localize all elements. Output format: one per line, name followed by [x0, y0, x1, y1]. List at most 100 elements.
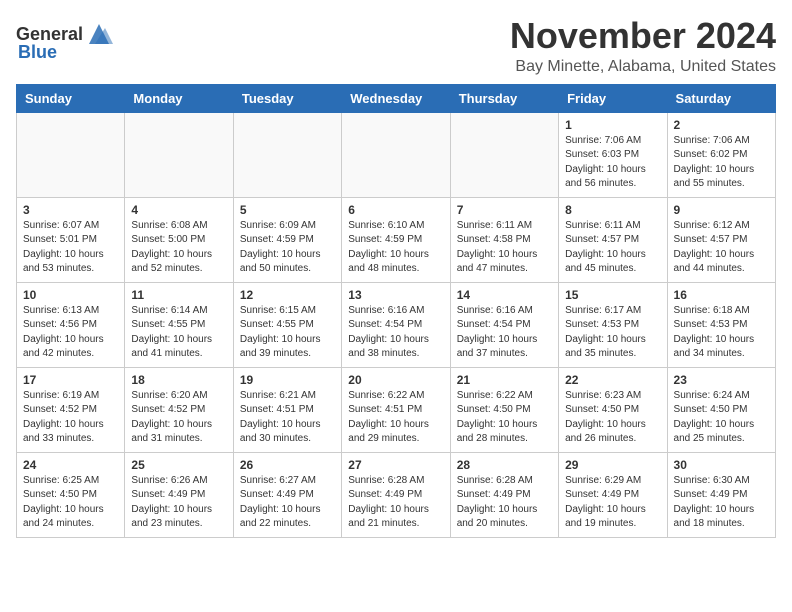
calendar-cell: 16 Sunrise: 6:18 AM Sunset: 4:53 PM Dayli… [667, 282, 775, 367]
day-info: Sunrise: 6:18 AM Sunset: 4:53 PM Dayligh… [674, 304, 769, 362]
day-number: 23 [674, 373, 769, 387]
calendar-cell [450, 112, 558, 197]
weekday-header-friday: Friday [559, 84, 667, 112]
day-number: 29 [565, 458, 660, 472]
weekday-header-saturday: Saturday [667, 84, 775, 112]
calendar-cell: 28 Sunrise: 6:28 AM Sunset: 4:49 PM Dayli… [450, 452, 558, 537]
day-number: 4 [131, 203, 226, 217]
calendar-cell: 1Sunrise: 7:06 AM Sunset: 6:03 PM Daylig… [559, 112, 667, 197]
header: General Blue November 2024 Bay Minette, … [16, 16, 776, 76]
day-number: 8 [565, 203, 660, 217]
weekday-header-monday: Monday [125, 84, 233, 112]
day-number: 13 [348, 288, 443, 302]
day-number: 22 [565, 373, 660, 387]
day-info: Sunrise: 6:08 AM Sunset: 5:00 PM Dayligh… [131, 219, 226, 277]
weekday-header-sunday: Sunday [17, 84, 125, 112]
week-row-2: 3 Sunrise: 6:07 AM Sunset: 5:01 PM Daylig… [17, 197, 776, 282]
day-info: Sunrise: 6:12 AM Sunset: 4:57 PM Dayligh… [674, 219, 769, 277]
week-row-4: 17Sunrise: 6:19 AM Sunset: 4:52 PM Dayli… [17, 367, 776, 452]
day-info: Sunrise: 6:07 AM Sunset: 5:01 PM Dayligh… [23, 219, 118, 277]
calendar-cell: 20 Sunrise: 6:22 AM Sunset: 4:51 PM Dayli… [342, 367, 450, 452]
calendar-cell: 25 Sunrise: 6:26 AM Sunset: 4:49 PM Dayli… [125, 452, 233, 537]
day-info: Sunrise: 6:14 AM Sunset: 4:55 PM Dayligh… [131, 304, 226, 362]
calendar-table: SundayMondayTuesdayWednesdayThursdayFrid… [16, 84, 776, 538]
calendar-cell [342, 112, 450, 197]
day-number: 21 [457, 373, 552, 387]
calendar-cell: 9 Sunrise: 6:12 AM Sunset: 4:57 PM Daylig… [667, 197, 775, 282]
calendar-cell [17, 112, 125, 197]
calendar-cell: 15Sunrise: 6:17 AM Sunset: 4:53 PM Dayli… [559, 282, 667, 367]
calendar-cell: 12Sunrise: 6:15 AM Sunset: 4:55 PM Dayli… [233, 282, 341, 367]
month-title: November 2024 [510, 16, 776, 56]
day-number: 5 [240, 203, 335, 217]
week-row-1: 1Sunrise: 7:06 AM Sunset: 6:03 PM Daylig… [17, 112, 776, 197]
day-info: Sunrise: 6:28 AM Sunset: 4:49 PM Dayligh… [457, 474, 552, 532]
day-number: 30 [674, 458, 769, 472]
location-title: Bay Minette, Alabama, United States [510, 58, 776, 76]
day-info: Sunrise: 6:10 AM Sunset: 4:59 PM Dayligh… [348, 219, 443, 277]
day-info: Sunrise: 6:24 AM Sunset: 4:50 PM Dayligh… [674, 389, 769, 447]
day-number: 9 [674, 203, 769, 217]
day-info: Sunrise: 6:22 AM Sunset: 4:50 PM Dayligh… [457, 389, 552, 447]
weekday-header-row: SundayMondayTuesdayWednesdayThursdayFrid… [17, 84, 776, 112]
day-info: Sunrise: 6:11 AM Sunset: 4:57 PM Dayligh… [565, 219, 660, 277]
day-info: Sunrise: 6:21 AM Sunset: 4:51 PM Dayligh… [240, 389, 335, 447]
calendar-cell: 11 Sunrise: 6:14 AM Sunset: 4:55 PM Dayli… [125, 282, 233, 367]
calendar-cell: 4 Sunrise: 6:08 AM Sunset: 5:00 PM Daylig… [125, 197, 233, 282]
day-info: Sunrise: 6:22 AM Sunset: 4:51 PM Dayligh… [348, 389, 443, 447]
day-info: Sunrise: 6:23 AM Sunset: 4:50 PM Dayligh… [565, 389, 660, 447]
day-number: 1 [565, 118, 660, 132]
day-info: Sunrise: 6:26 AM Sunset: 4:49 PM Dayligh… [131, 474, 226, 532]
day-info: Sunrise: 6:30 AM Sunset: 4:49 PM Dayligh… [674, 474, 769, 532]
weekday-header-wednesday: Wednesday [342, 84, 450, 112]
day-number: 28 [457, 458, 552, 472]
day-number: 19 [240, 373, 335, 387]
day-info: Sunrise: 6:20 AM Sunset: 4:52 PM Dayligh… [131, 389, 226, 447]
day-info: Sunrise: 6:25 AM Sunset: 4:50 PM Dayligh… [23, 474, 118, 532]
day-info: Sunrise: 6:11 AM Sunset: 4:58 PM Dayligh… [457, 219, 552, 277]
day-number: 12 [240, 288, 335, 302]
day-number: 6 [348, 203, 443, 217]
calendar-cell: 22 Sunrise: 6:23 AM Sunset: 4:50 PM Dayli… [559, 367, 667, 452]
day-info: Sunrise: 6:09 AM Sunset: 4:59 PM Dayligh… [240, 219, 335, 277]
calendar-cell [233, 112, 341, 197]
day-number: 7 [457, 203, 552, 217]
calendar-cell: 8 Sunrise: 6:11 AM Sunset: 4:57 PM Daylig… [559, 197, 667, 282]
calendar-cell: 17Sunrise: 6:19 AM Sunset: 4:52 PM Dayli… [17, 367, 125, 452]
day-number: 27 [348, 458, 443, 472]
calendar-cell: 18 Sunrise: 6:20 AM Sunset: 4:52 PM Dayli… [125, 367, 233, 452]
day-number: 2 [674, 118, 769, 132]
title-area: November 2024 Bay Minette, Alabama, Unit… [510, 16, 776, 76]
calendar-cell: 5 Sunrise: 6:09 AM Sunset: 4:59 PM Daylig… [233, 197, 341, 282]
day-number: 25 [131, 458, 226, 472]
day-number: 20 [348, 373, 443, 387]
day-number: 10 [23, 288, 118, 302]
day-number: 24 [23, 458, 118, 472]
day-number: 26 [240, 458, 335, 472]
day-info: Sunrise: 6:16 AM Sunset: 4:54 PM Dayligh… [348, 304, 443, 362]
calendar-cell: 10 Sunrise: 6:13 AM Sunset: 4:56 PM Dayli… [17, 282, 125, 367]
calendar-cell: 23 Sunrise: 6:24 AM Sunset: 4:50 PM Dayli… [667, 367, 775, 452]
day-info: Sunrise: 6:27 AM Sunset: 4:49 PM Dayligh… [240, 474, 335, 532]
calendar-cell: 24 Sunrise: 6:25 AM Sunset: 4:50 PM Dayli… [17, 452, 125, 537]
day-number: 15 [565, 288, 660, 302]
logo-icon [85, 20, 113, 48]
day-number: 11 [131, 288, 226, 302]
calendar-cell: 30 Sunrise: 6:30 AM Sunset: 4:49 PM Dayli… [667, 452, 775, 537]
day-info: Sunrise: 6:13 AM Sunset: 4:56 PM Dayligh… [23, 304, 118, 362]
day-number: 18 [131, 373, 226, 387]
day-number: 3 [23, 203, 118, 217]
day-info: Sunrise: 7:06 AM Sunset: 6:02 PM Dayligh… [674, 134, 769, 192]
calendar-cell [125, 112, 233, 197]
calendar-cell: 3 Sunrise: 6:07 AM Sunset: 5:01 PM Daylig… [17, 197, 125, 282]
day-info: Sunrise: 6:19 AM Sunset: 4:52 PM Dayligh… [23, 389, 118, 447]
calendar-cell: 26 Sunrise: 6:27 AM Sunset: 4:49 PM Dayli… [233, 452, 341, 537]
calendar-cell: 13 Sunrise: 6:16 AM Sunset: 4:54 PM Dayli… [342, 282, 450, 367]
logo-blue: Blue [18, 42, 57, 63]
day-number: 14 [457, 288, 552, 302]
calendar-cell: 21 Sunrise: 6:22 AM Sunset: 4:50 PM Dayli… [450, 367, 558, 452]
weekday-header-thursday: Thursday [450, 84, 558, 112]
day-number: 16 [674, 288, 769, 302]
week-row-3: 10 Sunrise: 6:13 AM Sunset: 4:56 PM Dayli… [17, 282, 776, 367]
calendar-cell: 2 Sunrise: 7:06 AM Sunset: 6:02 PM Daylig… [667, 112, 775, 197]
